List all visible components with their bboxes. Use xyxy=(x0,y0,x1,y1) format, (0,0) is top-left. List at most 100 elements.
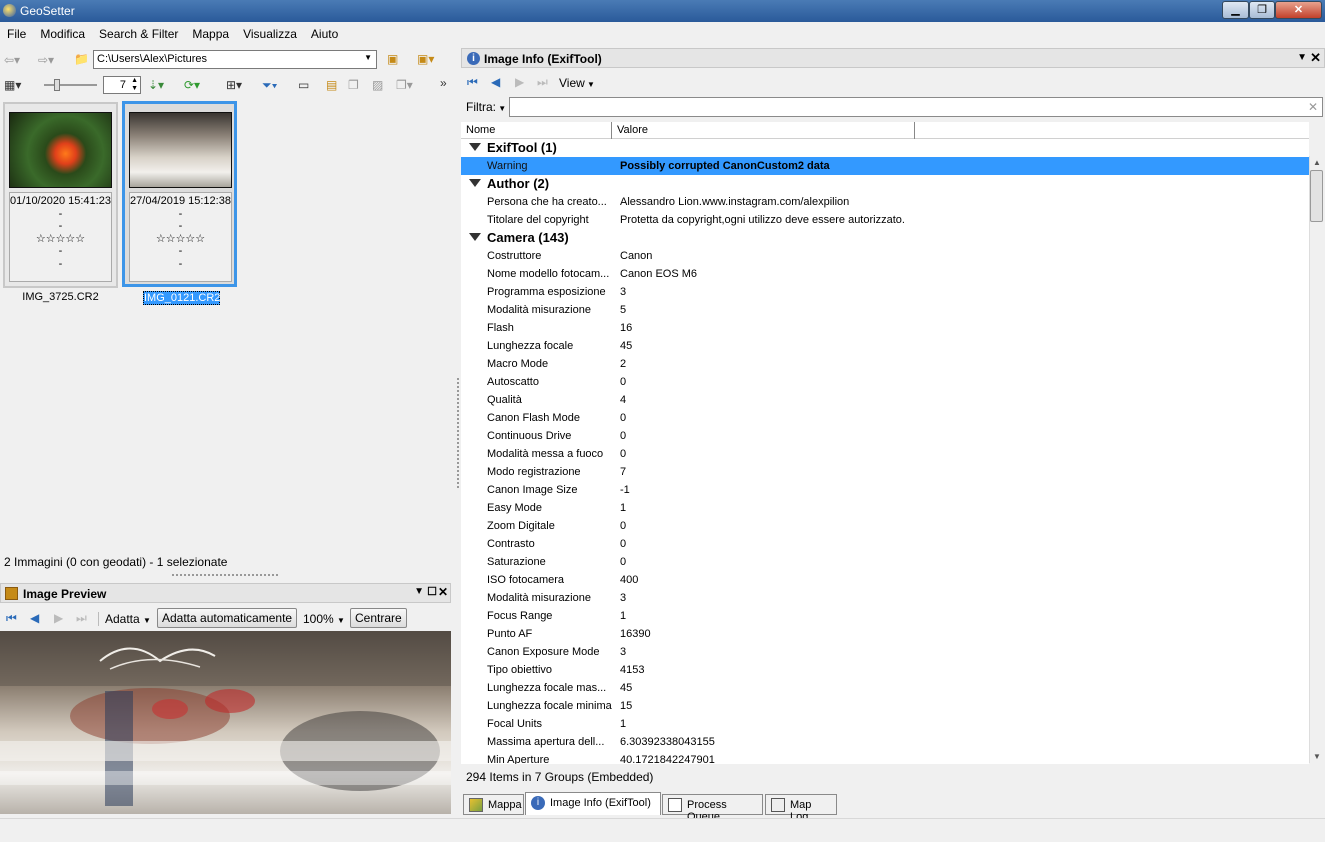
menu-modifica[interactable]: Modifica xyxy=(33,23,92,41)
last-image-icon[interactable]: ⏭ xyxy=(537,74,548,90)
filter-dropdown[interactable]: Filtra: ▼ xyxy=(466,100,506,114)
column-header-name[interactable]: Nome xyxy=(461,122,612,139)
table-row[interactable]: Lunghezza focale mas... 45 xyxy=(461,679,1309,697)
table-row[interactable]: Punto AF 16390 xyxy=(461,625,1309,643)
table-row[interactable]: Continuous Drive 0 xyxy=(461,427,1309,445)
table-row[interactable]: Canon Image Size -1 xyxy=(461,481,1309,499)
table-row[interactable]: Min Aperture 40.1721842247901 xyxy=(461,751,1309,764)
collapse-triangle-icon[interactable] xyxy=(469,179,481,187)
table-row[interactable]: Saturazione 0 xyxy=(461,553,1309,571)
folder-up-icon[interactable]: 📁 xyxy=(74,51,89,67)
close-button[interactable]: ✕ xyxy=(1275,1,1322,19)
group-header[interactable]: Camera (143) xyxy=(461,229,1309,247)
first-image-icon[interactable]: ⏮ xyxy=(467,74,478,90)
table-row[interactable]: Persona che ha creato... Alessandro Lion.… xyxy=(461,193,1309,211)
vertical-scrollbar[interactable]: ▲ ▼ xyxy=(1309,156,1325,763)
thumbnail-size-slider[interactable] xyxy=(44,84,97,86)
thumbnail-filename-selected[interactable]: IMG_0121.CR2 xyxy=(143,291,220,305)
view-dropdown[interactable]: View ▼ xyxy=(559,76,595,90)
table-row[interactable]: Modalità misurazione 5 xyxy=(461,301,1309,319)
table-row[interactable]: Qualità 4 xyxy=(461,391,1309,409)
table-row[interactable]: Autoscatto 0 xyxy=(461,373,1309,391)
collapse-triangle-icon[interactable] xyxy=(469,143,481,151)
menu-visualizza[interactable]: Visualizza xyxy=(236,23,304,41)
menu-search-filter[interactable]: Search & Filter xyxy=(92,23,185,41)
thumbnail-card-selected[interactable]: 27/04/2019 15:12:38 - - ☆☆☆☆☆ - - xyxy=(122,101,237,287)
table-row[interactable]: Modalità misurazione 3 xyxy=(461,589,1309,607)
minimize-button[interactable]: ▁ xyxy=(1222,1,1249,19)
table-row[interactable]: ISO fotocamera 400 xyxy=(461,571,1309,589)
copy-icon[interactable]: ❐ xyxy=(348,77,359,93)
table-row[interactable]: Focus Range 1 xyxy=(461,607,1309,625)
splitter-grip[interactable] xyxy=(172,574,278,577)
table-row[interactable]: Contrasto 0 xyxy=(461,535,1309,553)
table-row[interactable]: Nome modello fotocam... Canon EOS M6 xyxy=(461,265,1309,283)
group-header[interactable]: ExifTool (1) xyxy=(461,139,1309,157)
table-row[interactable]: Titolare del copyright Protetta da copyri… xyxy=(461,211,1309,229)
panel-maximize-icon[interactable]: ☐ xyxy=(427,585,437,598)
panel-close-icon[interactable]: ✕ xyxy=(1310,50,1321,66)
back-arrow-icon[interactable]: ⇦▾ xyxy=(4,52,20,68)
thumbnail-card[interactable]: 01/10/2020 15:41:23 - - ☆☆☆☆☆ - - xyxy=(3,102,118,288)
tab-map-log[interactable]: Map Log xyxy=(765,794,837,823)
view-mode-icon[interactable]: ▦▾ xyxy=(4,77,21,93)
paste-special-icon[interactable]: ❐▾ xyxy=(396,77,413,93)
slider-thumb[interactable] xyxy=(54,79,60,91)
table-row[interactable]: Lunghezza focale minima 15 xyxy=(461,697,1309,715)
forward-arrow-icon[interactable]: ⇨▾ xyxy=(38,52,54,68)
auto-fit-button[interactable]: Adatta automaticamente xyxy=(157,608,298,628)
previous-image-icon[interactable]: ◀ xyxy=(491,74,500,90)
panel-menu-icon[interactable]: ▼ xyxy=(1297,52,1307,63)
table-row[interactable]: Focal Units 1 xyxy=(461,715,1309,733)
collapse-triangle-icon[interactable] xyxy=(469,233,481,241)
filter-icon[interactable]: ⏷▾ xyxy=(262,77,277,93)
rating-stars[interactable]: ☆☆☆☆☆ xyxy=(10,233,111,246)
table-row-selected[interactable]: Warning Possibly corrupted CanonCustom2 d… xyxy=(461,157,1309,175)
table-row[interactable]: Easy Mode 1 xyxy=(461,499,1309,517)
table-row[interactable]: Programma esposizione 3 xyxy=(461,283,1309,301)
refresh-icon[interactable]: ⟳▾ xyxy=(184,77,200,93)
zoom-dropdown[interactable]: 100% ▼ xyxy=(303,612,345,626)
scrollbar-thumb[interactable] xyxy=(1310,170,1323,222)
clear-filter-icon[interactable]: ✕ xyxy=(1308,100,1318,114)
path-input[interactable]: C:\Users\Alex\Pictures ▼ xyxy=(93,50,377,69)
tab-mappa[interactable]: Mappa xyxy=(463,794,524,815)
fit-dropdown[interactable]: Adatta ▼ xyxy=(105,612,151,626)
filter-input[interactable]: ✕ xyxy=(509,97,1323,117)
select-icon[interactable]: ▭ xyxy=(298,77,309,93)
table-row[interactable]: Zoom Digitale 0 xyxy=(461,517,1309,535)
maximize-button[interactable]: ❐ xyxy=(1249,1,1275,19)
tab-process-queue[interactable]: Process Queue xyxy=(662,794,763,823)
previous-image-icon[interactable]: ◀ xyxy=(30,610,39,626)
center-button[interactable]: Centrare xyxy=(350,608,407,628)
zoom-spinner[interactable]: 7 ▲ ▼ xyxy=(103,76,141,94)
panel-menu-icon[interactable]: ▼ xyxy=(414,586,424,597)
tab-image-info[interactable]: i Image Info (ExifTool) xyxy=(525,792,661,815)
panel-close-icon[interactable]: ✕ xyxy=(438,585,448,599)
table-row[interactable]: Modalità messa a fuoco 0 xyxy=(461,445,1309,463)
rating-stars[interactable]: ☆☆☆☆☆ xyxy=(130,233,231,246)
binoculars-icon[interactable]: ⊞▾ xyxy=(226,77,242,93)
column-header-value[interactable]: Valore xyxy=(612,122,915,139)
next-image-icon[interactable]: ▶ xyxy=(54,610,63,626)
table-row[interactable]: Massima apertura dell... 6.30392338043155 xyxy=(461,733,1309,751)
table-row[interactable]: Costruttore Canon xyxy=(461,247,1309,265)
more-chevron-icon[interactable]: » xyxy=(440,75,447,91)
last-image-icon[interactable]: ⏭ xyxy=(76,610,87,626)
table-row[interactable]: Modo registrazione 7 xyxy=(461,463,1309,481)
favorites-folder-icon[interactable]: ▣▾ xyxy=(417,51,434,67)
menu-mappa[interactable]: Mappa xyxy=(185,23,236,41)
edit-data-icon[interactable]: ▤ xyxy=(326,77,337,93)
table-row[interactable]: Macro Mode 2 xyxy=(461,355,1309,373)
menu-aiuto[interactable]: Aiuto xyxy=(304,23,345,41)
next-image-icon[interactable]: ▶ xyxy=(515,74,524,90)
table-row[interactable]: Flash 16 xyxy=(461,319,1309,337)
table-row[interactable]: Canon Flash Mode 0 xyxy=(461,409,1309,427)
thumbnail-filename[interactable]: IMG_3725.CR2 xyxy=(3,291,118,303)
sort-icon[interactable]: ⇣▾ xyxy=(148,77,164,93)
table-row[interactable]: Tipo obiettivo 4153 xyxy=(461,661,1309,679)
table-row[interactable]: Canon Exposure Mode 3 xyxy=(461,643,1309,661)
group-header[interactable]: Author (2) xyxy=(461,175,1309,193)
first-image-icon[interactable]: ⏮ xyxy=(6,610,17,626)
table-row[interactable]: Lunghezza focale 45 xyxy=(461,337,1309,355)
